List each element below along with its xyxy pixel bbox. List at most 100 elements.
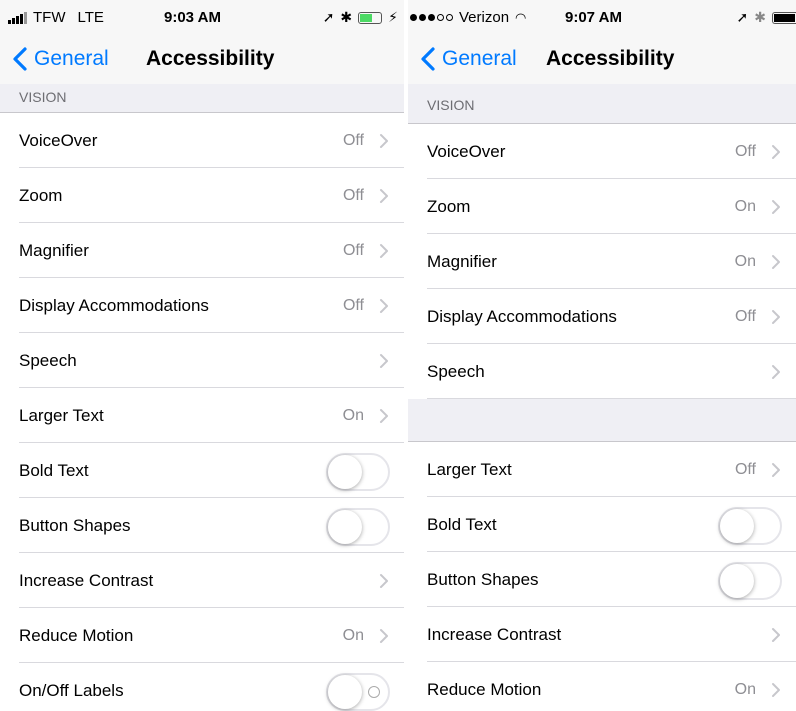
settings-row-magnifier[interactable]: Magnifier Off bbox=[0, 223, 404, 278]
row-label: Magnifier bbox=[427, 252, 497, 271]
charging-bolt-icon: ⚡ bbox=[388, 9, 398, 25]
back-button-label: General bbox=[34, 47, 109, 70]
toggle-knob bbox=[328, 455, 362, 489]
settings-row-button-shapes[interactable]: Button Shapes bbox=[408, 552, 796, 607]
chevron-left-icon bbox=[13, 47, 27, 71]
settings-row-button-shapes[interactable]: Button Shapes bbox=[0, 498, 404, 553]
row-label: VoiceOver bbox=[19, 131, 98, 150]
chevron-left-icon bbox=[421, 47, 435, 71]
row-label: Increase Contrast bbox=[427, 625, 562, 644]
row-value: On bbox=[342, 627, 364, 644]
row-value: On bbox=[734, 681, 756, 698]
chevron-right-icon bbox=[772, 310, 780, 324]
settings-row-larger-text[interactable]: Larger Text On bbox=[0, 388, 404, 443]
row-value: On bbox=[734, 253, 756, 270]
right-screenshot: Verizon ◠ 9:07 AM ➚ ✱ General Accessibil… bbox=[408, 0, 796, 711]
settings-row-speech[interactable]: Speech bbox=[408, 344, 796, 399]
bluetooth-icon: ✱ bbox=[754, 9, 766, 25]
carrier-name: TFW bbox=[33, 9, 66, 26]
settings-row-zoom[interactable]: Zoom Off bbox=[0, 168, 404, 223]
settings-row-reduce-motion[interactable]: Reduce Motion On bbox=[0, 608, 404, 663]
status-bar: TFW LTE 9:03 AM ➚ ✱ ⚡ bbox=[0, 0, 404, 34]
left-screenshot: TFW LTE 9:03 AM ➚ ✱ ⚡ General Accessibil… bbox=[0, 0, 404, 711]
settings-row-bold-text[interactable]: Bold Text bbox=[0, 443, 404, 498]
row-label: On/Off Labels bbox=[19, 681, 124, 700]
chevron-right-icon bbox=[772, 200, 780, 214]
row-value: Off bbox=[342, 297, 364, 314]
page-title: Accessibility bbox=[546, 47, 675, 70]
toggle-knob bbox=[720, 564, 754, 598]
bluetooth-icon: ✱ bbox=[340, 9, 353, 25]
row-label: Speech bbox=[427, 362, 485, 381]
settings-row-increase-contrast[interactable]: Increase Contrast bbox=[0, 553, 404, 608]
settings-row-larger-text[interactable]: Larger Text Off bbox=[408, 442, 796, 497]
row-value: Off bbox=[342, 132, 364, 149]
row-value: Off bbox=[734, 308, 756, 325]
settings-row-display-accommodations[interactable]: Display Accommodations Off bbox=[408, 289, 796, 344]
toggle-knob bbox=[328, 510, 362, 544]
chevron-right-icon bbox=[772, 463, 780, 477]
row-value: On bbox=[342, 407, 364, 424]
back-button-label: General bbox=[442, 47, 517, 70]
row-label: Magnifier bbox=[19, 241, 89, 260]
toggle-knob bbox=[720, 509, 754, 543]
chevron-right-icon bbox=[772, 145, 780, 159]
row-value: Off bbox=[342, 242, 364, 259]
chevron-right-icon bbox=[380, 354, 388, 368]
row-label: Increase Contrast bbox=[19, 571, 154, 590]
row-label: Bold Text bbox=[19, 461, 89, 480]
chevron-right-icon bbox=[380, 409, 388, 423]
navigation-bar: General Accessibility bbox=[408, 34, 796, 84]
chevron-right-icon bbox=[380, 244, 388, 258]
row-value: Off bbox=[342, 187, 364, 204]
settings-row-speech[interactable]: Speech bbox=[0, 333, 404, 388]
chevron-right-icon bbox=[380, 629, 388, 643]
row-value: Off bbox=[734, 461, 756, 478]
row-value: On bbox=[734, 198, 756, 215]
toggle-knob bbox=[328, 675, 362, 709]
chevron-right-icon bbox=[772, 683, 780, 697]
back-button[interactable]: General bbox=[416, 44, 517, 74]
clock: 9:03 AM bbox=[164, 9, 221, 26]
settings-row-bold-text[interactable]: Bold Text bbox=[408, 497, 796, 552]
group-separator bbox=[408, 398, 796, 442]
toggle-switch[interactable] bbox=[326, 673, 390, 711]
location-arrow-icon: ➚ bbox=[322, 9, 335, 25]
settings-row-increase-contrast[interactable]: Increase Contrast bbox=[408, 607, 796, 662]
navigation-bar: General Accessibility bbox=[0, 34, 404, 84]
row-label: Bold Text bbox=[427, 515, 497, 534]
settings-row-magnifier[interactable]: Magnifier On bbox=[408, 234, 796, 289]
chevron-right-icon bbox=[380, 574, 388, 588]
toggle-switch[interactable] bbox=[326, 453, 390, 491]
battery-icon bbox=[358, 11, 383, 24]
chevron-right-icon bbox=[772, 628, 780, 642]
row-label: Display Accommodations bbox=[427, 307, 617, 326]
off-label-ring-icon bbox=[368, 686, 380, 698]
row-label: VoiceOver bbox=[427, 142, 506, 161]
row-label: Larger Text bbox=[427, 460, 512, 479]
signal-dots-icon bbox=[410, 14, 453, 21]
row-label: Button Shapes bbox=[19, 516, 131, 535]
clock: 9:07 AM bbox=[565, 9, 622, 26]
location-arrow-icon: ➚ bbox=[736, 9, 749, 25]
section-header-vision: VISION bbox=[408, 84, 796, 124]
chevron-right-icon bbox=[380, 134, 388, 148]
carrier-name: Verizon bbox=[459, 9, 510, 26]
settings-row-zoom[interactable]: Zoom On bbox=[408, 179, 796, 234]
row-label: Zoom bbox=[19, 186, 63, 205]
toggle-switch[interactable] bbox=[718, 562, 782, 600]
row-label: Reduce Motion bbox=[427, 680, 542, 699]
chevron-right-icon bbox=[380, 189, 388, 203]
settings-row-reduce-motion[interactable]: Reduce Motion On bbox=[408, 662, 796, 711]
settings-row-voiceover[interactable]: VoiceOver Off bbox=[0, 113, 404, 168]
section-header-vision: VISION bbox=[0, 84, 404, 113]
settings-row-on-off-labels[interactable]: On/Off Labels bbox=[0, 663, 404, 711]
toggle-switch[interactable] bbox=[326, 508, 390, 546]
settings-row-voiceover[interactable]: VoiceOver Off bbox=[408, 124, 796, 179]
back-button[interactable]: General bbox=[8, 44, 109, 74]
toggle-switch[interactable] bbox=[718, 507, 782, 545]
network-type: LTE bbox=[77, 9, 104, 26]
settings-row-display-accommodations[interactable]: Display Accommodations Off bbox=[0, 278, 404, 333]
row-label: Speech bbox=[19, 351, 77, 370]
row-label: Zoom bbox=[427, 197, 471, 216]
